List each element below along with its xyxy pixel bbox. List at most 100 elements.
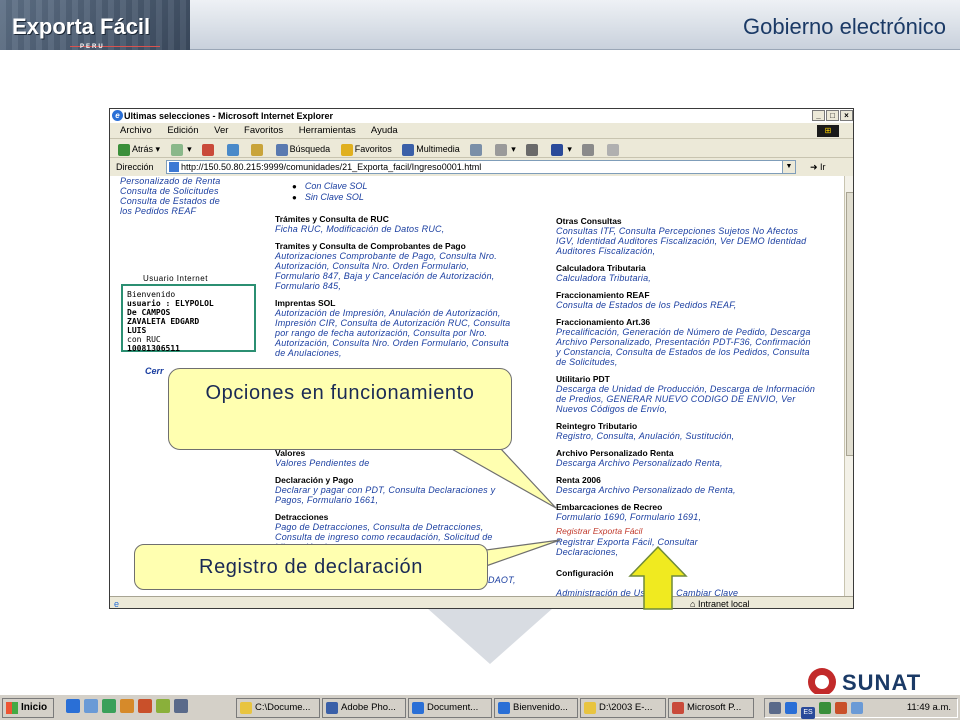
firefox-icon[interactable] [138, 699, 152, 713]
media-player-icon[interactable] [120, 699, 134, 713]
section-title: Fraccionamiento REAF [556, 290, 650, 300]
left-link-1[interactable]: Personalizado de Renta [120, 176, 265, 186]
callout-opciones-text: Opciones en funcionamiento [205, 382, 475, 404]
user-line: 10081306511 [127, 344, 180, 353]
maximize-button[interactable]: □ [826, 110, 839, 121]
word-icon [550, 143, 563, 156]
section-links[interactable]: Consultas ITF, Consulta Percepciones Suj… [556, 226, 816, 256]
outlook-icon[interactable] [102, 699, 116, 713]
discuss-button[interactable] [582, 140, 596, 158]
section-title: Declaración y Pago [275, 475, 354, 485]
sin-clave-sol-link[interactable]: Sin Clave SOL [292, 192, 367, 203]
daot-link[interactable]: DAOT, [488, 575, 516, 585]
powerpoint-icon [672, 702, 684, 714]
section-embarcaciones: Embarcaciones de Recreo Formulario 1690, … [556, 502, 816, 522]
section-title: Embarcaciones de Recreo [556, 502, 663, 512]
section-art36: Fraccionamiento Art.36 Precalificación, G… [556, 317, 816, 367]
cerrar-sesion-link[interactable]: Cerr [145, 366, 164, 376]
refresh-button[interactable] [226, 140, 241, 158]
history-button[interactable] [470, 140, 484, 158]
section-otras: Otras Consultas Consultas ITF, Consulta P… [556, 216, 816, 256]
back-button[interactable]: Atrás ▾ [118, 140, 160, 158]
section-links[interactable]: Calculadora Tributaria, [556, 273, 816, 283]
section-title: Utilitario PDT [556, 374, 610, 384]
tray-icon-1[interactable] [769, 702, 781, 714]
task-photoshop[interactable]: Adobe Pho... [322, 698, 406, 718]
logo-subtitle: PERU [80, 44, 105, 50]
address-label: Dirección [116, 162, 154, 172]
section-links[interactable]: Registro, Consulta, Anulación, Sustituci… [556, 431, 816, 441]
home-button[interactable] [251, 140, 265, 158]
section-reaf: Fraccionamiento REAF Consulta de Estados … [556, 290, 816, 310]
minimize-button[interactable]: _ [812, 110, 825, 121]
menu-favoritos[interactable]: Favoritos [244, 125, 283, 136]
section-links[interactable]: Descarga Archivo Personalizado Renta, [556, 458, 816, 468]
tray-icon-2[interactable] [785, 702, 797, 714]
browser-statusbar: e ⌂ Intranet local [110, 596, 853, 608]
task-folder-2003[interactable]: D:\2003 E-... [580, 698, 666, 718]
desktop-icon[interactable] [84, 699, 98, 713]
favorites-button[interactable]: Favoritos [340, 140, 392, 158]
forward-button[interactable]: ▾ [170, 140, 192, 158]
address-input[interactable]: http://150.50.80.215:9999/comunidades/21… [166, 160, 796, 174]
ie-quicklaunch-icon[interactable] [66, 699, 80, 713]
left-link-2[interactable]: Consulta de Solicitudes [120, 186, 265, 196]
vertical-scrollbar[interactable] [844, 176, 853, 596]
section-links[interactable]: Consulta de Estados de los Pedidos REAF, [556, 300, 816, 310]
con-clave-sol-link[interactable]: Con Clave SOL [292, 181, 368, 192]
menu-herramientas[interactable]: Herramientas [299, 125, 356, 136]
address-dropdown[interactable]: ▼ [782, 160, 796, 174]
app-icon[interactable] [156, 699, 170, 713]
scrollbar-thumb[interactable] [846, 192, 853, 456]
search-button[interactable]: Búsqueda [275, 140, 330, 158]
menu-ayuda[interactable]: Ayuda [371, 125, 398, 136]
section-declaracion: Declaración y Pago Declarar y pagar con … [275, 475, 515, 505]
section-links[interactable]: Descarga de Unidad de Producción, Descar… [556, 384, 816, 414]
star-icon [340, 143, 353, 156]
clock[interactable]: 11:49 a.m. [907, 699, 951, 717]
go-button[interactable]: ➜ Ir [810, 158, 826, 176]
section-links[interactable]: Autorización de Impresión, Anulación de … [275, 308, 515, 358]
printer-icon [526, 143, 539, 156]
mail-button[interactable]: ▾ [494, 140, 516, 158]
tray-icon-5[interactable] [851, 702, 863, 714]
left-link-4[interactable]: los Pedidos REAF [120, 206, 265, 216]
section-links[interactable]: Declarar y pagar con PDT, Consulta Decla… [275, 485, 515, 505]
section-links[interactable]: Formulario 1690, Formulario 1691, [556, 512, 816, 522]
section-links[interactable]: Descarga Archivo Personalizado de Renta, [556, 485, 816, 495]
stop-button[interactable] [202, 140, 216, 158]
close-button[interactable]: × [840, 110, 853, 121]
browser-titlebar[interactable]: e Ultimas selecciones - Microsoft Intern… [110, 109, 853, 123]
windows-flag-icon: ⊞ [817, 125, 839, 137]
section-links[interactable]: Valores Pendientes de [275, 458, 515, 468]
section-title: Imprentas SOL [275, 298, 336, 308]
menu-ver[interactable]: Ver [214, 125, 228, 136]
section-links[interactable]: Autorizaciones Comprobante de Pago, Cons… [275, 251, 515, 291]
media-button[interactable]: Multimedia [402, 140, 460, 158]
left-link-3[interactable]: Consulta de Estados de [120, 196, 265, 206]
tray-icon-3[interactable] [819, 702, 831, 714]
discuss-icon [582, 143, 595, 156]
menu-edicion[interactable]: Edición [167, 125, 198, 136]
language-indicator[interactable]: ES [801, 707, 815, 719]
start-button[interactable]: Inicio [2, 698, 54, 718]
app-icon-2[interactable] [174, 699, 188, 713]
tray-icon-4[interactable] [835, 702, 847, 714]
windows-taskbar: Inicio C:\Docume... Adobe Pho... Documen… [0, 694, 960, 720]
section-comprobantes: Tramites y Consulta de Comprobantes de P… [275, 241, 515, 291]
task-bienvenido[interactable]: Bienvenido... [494, 698, 578, 718]
section-links[interactable]: Precalificación, Generación de Número de… [556, 327, 816, 367]
section-title: Calculadora Tributaria [556, 263, 646, 273]
edit-button[interactable]: ▾ [550, 140, 572, 158]
header-title: Gobierno electrónico [742, 14, 946, 39]
task-powerpoint[interactable]: Microsoft P... [668, 698, 754, 718]
task-explorer[interactable]: C:\Docume... [236, 698, 320, 718]
section-title: Otras Consultas [556, 216, 622, 226]
ie-icon [412, 702, 424, 714]
logo-title: Exporta Fácil [12, 14, 151, 39]
messenger-button[interactable] [606, 140, 621, 158]
section-links[interactable]: Ficha RUC, Modificación de Datos RUC, [275, 224, 515, 234]
menu-archivo[interactable]: Archivo [120, 125, 152, 136]
print-button[interactable] [526, 140, 540, 158]
task-document[interactable]: Document... [408, 698, 492, 718]
